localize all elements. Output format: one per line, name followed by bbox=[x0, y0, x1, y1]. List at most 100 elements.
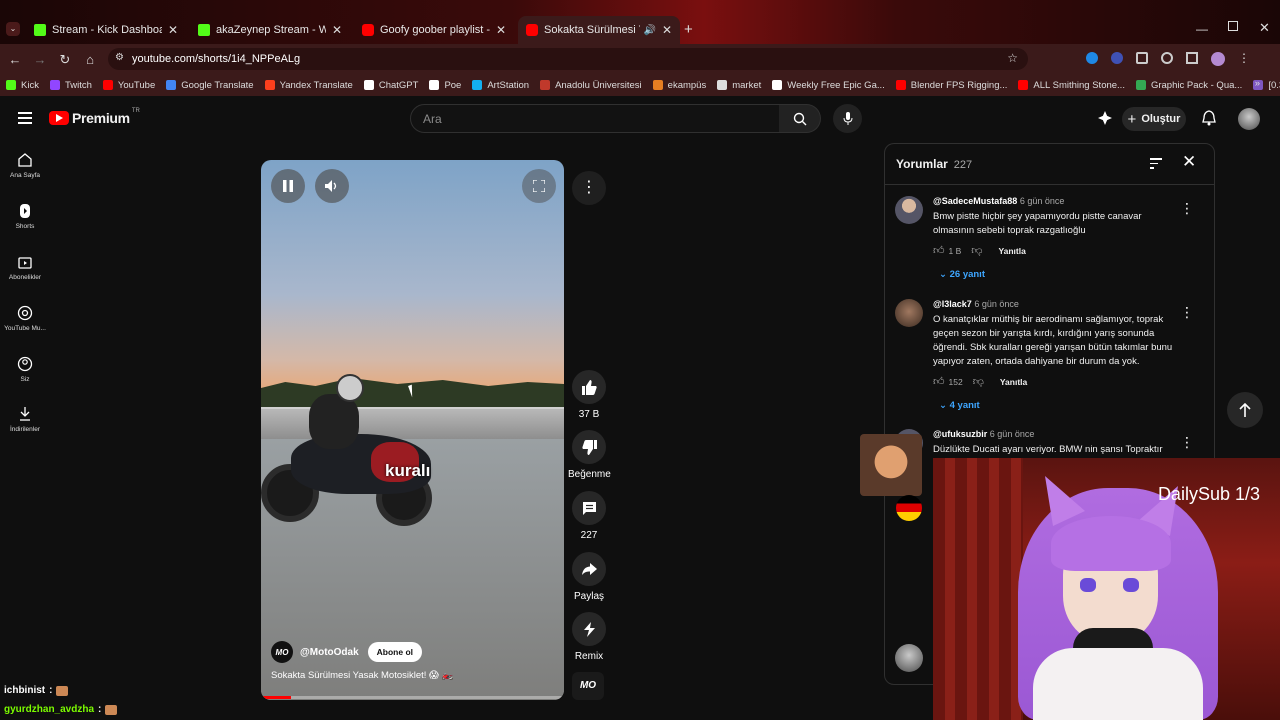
comment-input-avatar[interactable] bbox=[895, 644, 923, 672]
reply-button[interactable]: Yanıtla bbox=[998, 246, 1025, 256]
close-window-button[interactable]: ✕ bbox=[1259, 20, 1270, 36]
audio-icon[interactable]: 🔊 bbox=[643, 25, 655, 36]
shorts-video-player[interactable]: kuralı MO @MotoOdak Abone ol Sokakta Sür… bbox=[261, 160, 564, 700]
sidebar-item-downloads[interactable]: İndirilenler bbox=[0, 406, 50, 433]
thumbs-down-icon[interactable]: 👎︎ bbox=[973, 375, 984, 388]
commenter-avatar[interactable] bbox=[895, 299, 923, 327]
create-button[interactable]: + Oluştur bbox=[1122, 107, 1186, 131]
commenter-avatar[interactable] bbox=[895, 196, 923, 224]
bookmark-item[interactable]: ekampüs bbox=[652, 80, 706, 91]
browser-tab-active[interactable]: Sokakta Sürülmesi Yasak M 🔊 ✕ bbox=[518, 16, 680, 44]
share-button[interactable]: Paylaş bbox=[568, 552, 610, 602]
comment-author[interactable]: @l3lack7 bbox=[933, 299, 972, 309]
bookmark-item[interactable]: Google Translate bbox=[166, 80, 254, 91]
youtube-premium-logo[interactable]: Premium TR bbox=[49, 108, 140, 126]
tab-search-button[interactable]: ⌄ bbox=[6, 22, 20, 36]
bookmark-item[interactable]: ChatGPT bbox=[363, 80, 418, 91]
view-replies-button[interactable]: ⌄ 4 yanıt bbox=[939, 400, 1183, 411]
comment-author[interactable]: @ufuksuzbir bbox=[933, 429, 987, 439]
close-icon[interactable]: ✕ bbox=[1182, 152, 1196, 172]
extensions-icon[interactable] bbox=[1136, 52, 1148, 64]
fullscreen-button[interactable] bbox=[522, 169, 556, 203]
sidebar-item-you[interactable]: Siz bbox=[0, 356, 50, 383]
address-bar[interactable]: ⚙ youtube.com/shorts/1i4_NPPeALg ☆ bbox=[108, 48, 1028, 70]
notifications-icon[interactable] bbox=[1202, 110, 1216, 126]
bookmark-item[interactable]: Blender FPS Rigging... bbox=[895, 80, 1007, 91]
thumbs-down-icon[interactable]: 👎︎ bbox=[971, 244, 982, 257]
search-input[interactable]: Ara bbox=[410, 104, 780, 133]
search-button[interactable] bbox=[779, 104, 821, 133]
more-options-icon[interactable]: ⋮ bbox=[572, 171, 606, 205]
home-icon[interactable]: ⌂ bbox=[82, 52, 98, 68]
close-icon[interactable]: ✕ bbox=[662, 23, 672, 37]
bookmark-item[interactable]: market bbox=[717, 80, 761, 91]
channel-name[interactable]: @MotoOdak bbox=[300, 647, 359, 658]
sort-icon[interactable] bbox=[1150, 158, 1162, 169]
progress-bar[interactable] bbox=[261, 696, 564, 699]
bookmark-item[interactable]: ALL Smithing Stone... bbox=[1018, 80, 1125, 91]
comment-author[interactable]: @SadeceMustafa88 bbox=[933, 196, 1017, 206]
comments-button[interactable]: 227 bbox=[568, 491, 610, 541]
pause-button[interactable] bbox=[271, 169, 305, 203]
channel-avatar[interactable]: MO bbox=[271, 641, 293, 663]
bookmark-item[interactable]: Twitch bbox=[49, 79, 92, 91]
sidebar-item-shorts[interactable]: Shorts bbox=[0, 203, 50, 230]
site-info-icon[interactable]: ⚙ bbox=[115, 52, 124, 63]
comment-menu-icon[interactable]: ⋮ bbox=[1180, 200, 1194, 217]
close-icon[interactable]: ✕ bbox=[168, 23, 178, 37]
region-code: TR bbox=[131, 108, 140, 114]
view-replies-button[interactable]: ⌄ 26 yanıt bbox=[939, 269, 1183, 280]
star-icon[interactable]: ☆ bbox=[1007, 51, 1018, 65]
browser-tab[interactable]: akaZeynep Stream - Watch Live ✕ bbox=[190, 16, 350, 44]
restore-button[interactable] bbox=[1228, 21, 1238, 31]
bookmark-item[interactable]: Kick bbox=[6, 80, 39, 91]
comment-like-count: 152 bbox=[948, 376, 963, 387]
extension-icon[interactable] bbox=[1111, 52, 1123, 64]
voice-search-button[interactable] bbox=[833, 104, 862, 133]
dislike-button[interactable]: Beğenme bbox=[568, 430, 611, 480]
subscribe-button[interactable]: Abone ol bbox=[367, 642, 422, 662]
comment-time: 6 gün önce bbox=[989, 429, 1035, 439]
new-tab-button[interactable]: + bbox=[684, 21, 693, 38]
back-icon[interactable]: ← bbox=[7, 52, 23, 68]
scroll-up-button[interactable] bbox=[1227, 392, 1263, 428]
thumbs-up-icon[interactable]: 👍︎ bbox=[933, 244, 945, 257]
history-icon[interactable] bbox=[1161, 52, 1173, 64]
close-icon[interactable]: ✕ bbox=[496, 23, 506, 37]
close-icon[interactable]: ✕ bbox=[332, 23, 342, 37]
volume-button[interactable] bbox=[315, 169, 349, 203]
forward-icon[interactable]: → bbox=[32, 52, 48, 68]
audio-source-thumbnail[interactable]: MO bbox=[572, 672, 604, 700]
minimize-button[interactable]: — bbox=[1196, 22, 1208, 36]
extension-icon[interactable] bbox=[1086, 52, 1098, 64]
browser-tab[interactable]: Goofy goober playlist - YouTube ✕ bbox=[354, 16, 514, 44]
sidebar-item-subscriptions[interactable]: Abonelikler bbox=[0, 254, 50, 281]
bookmark-item[interactable]: Graphic Pack - Qua... bbox=[1135, 80, 1242, 91]
account-avatar[interactable] bbox=[1238, 108, 1260, 130]
browser-tab[interactable]: Stream - Kick Dashboard ✕ bbox=[26, 16, 186, 44]
comment-menu-icon[interactable]: ⋮ bbox=[1180, 304, 1194, 321]
sidebar-icon[interactable] bbox=[1186, 52, 1198, 64]
hamburger-menu-icon[interactable] bbox=[18, 112, 32, 124]
bookmark-label: Twitch bbox=[64, 79, 92, 91]
reply-button[interactable]: Yanıtla bbox=[1000, 377, 1027, 387]
more-bookmarks-icon[interactable]: » bbox=[1255, 78, 1260, 89]
profile-avatar[interactable] bbox=[1211, 52, 1225, 66]
reload-icon[interactable]: ↻ bbox=[57, 52, 73, 68]
thumbs-up-icon[interactable]: 👍︎ bbox=[933, 375, 945, 388]
bookmark-item[interactable]: Yandex Translate bbox=[264, 80, 353, 91]
bookmark-item[interactable]: YouTube bbox=[102, 80, 155, 91]
bookmark-item[interactable]: Anadolu Üniversitesi bbox=[540, 80, 642, 91]
bookmark-item[interactable]: Poe bbox=[429, 80, 461, 91]
sidebar-item-music[interactable]: YouTube Mu... bbox=[0, 305, 50, 332]
short-title[interactable]: Sokakta Sürülmesi Yasak Motosiklet! 😱 🏍️ bbox=[271, 670, 453, 681]
chat-separator: : bbox=[98, 704, 102, 715]
bookmark-item[interactable]: Weekly Free Epic Ga... bbox=[772, 80, 885, 91]
bookmark-item[interactable]: ArtStation bbox=[472, 80, 529, 91]
like-button[interactable]: 37 B bbox=[568, 370, 610, 420]
comment-menu-icon[interactable]: ⋮ bbox=[1180, 434, 1194, 451]
extension-icons[interactable]: ⋮ bbox=[1086, 52, 1250, 66]
remix-button[interactable]: Remix bbox=[568, 612, 610, 662]
menu-icon[interactable]: ⋮ bbox=[1238, 52, 1250, 66]
sidebar-item-home[interactable]: Ana Sayfa bbox=[0, 152, 50, 179]
